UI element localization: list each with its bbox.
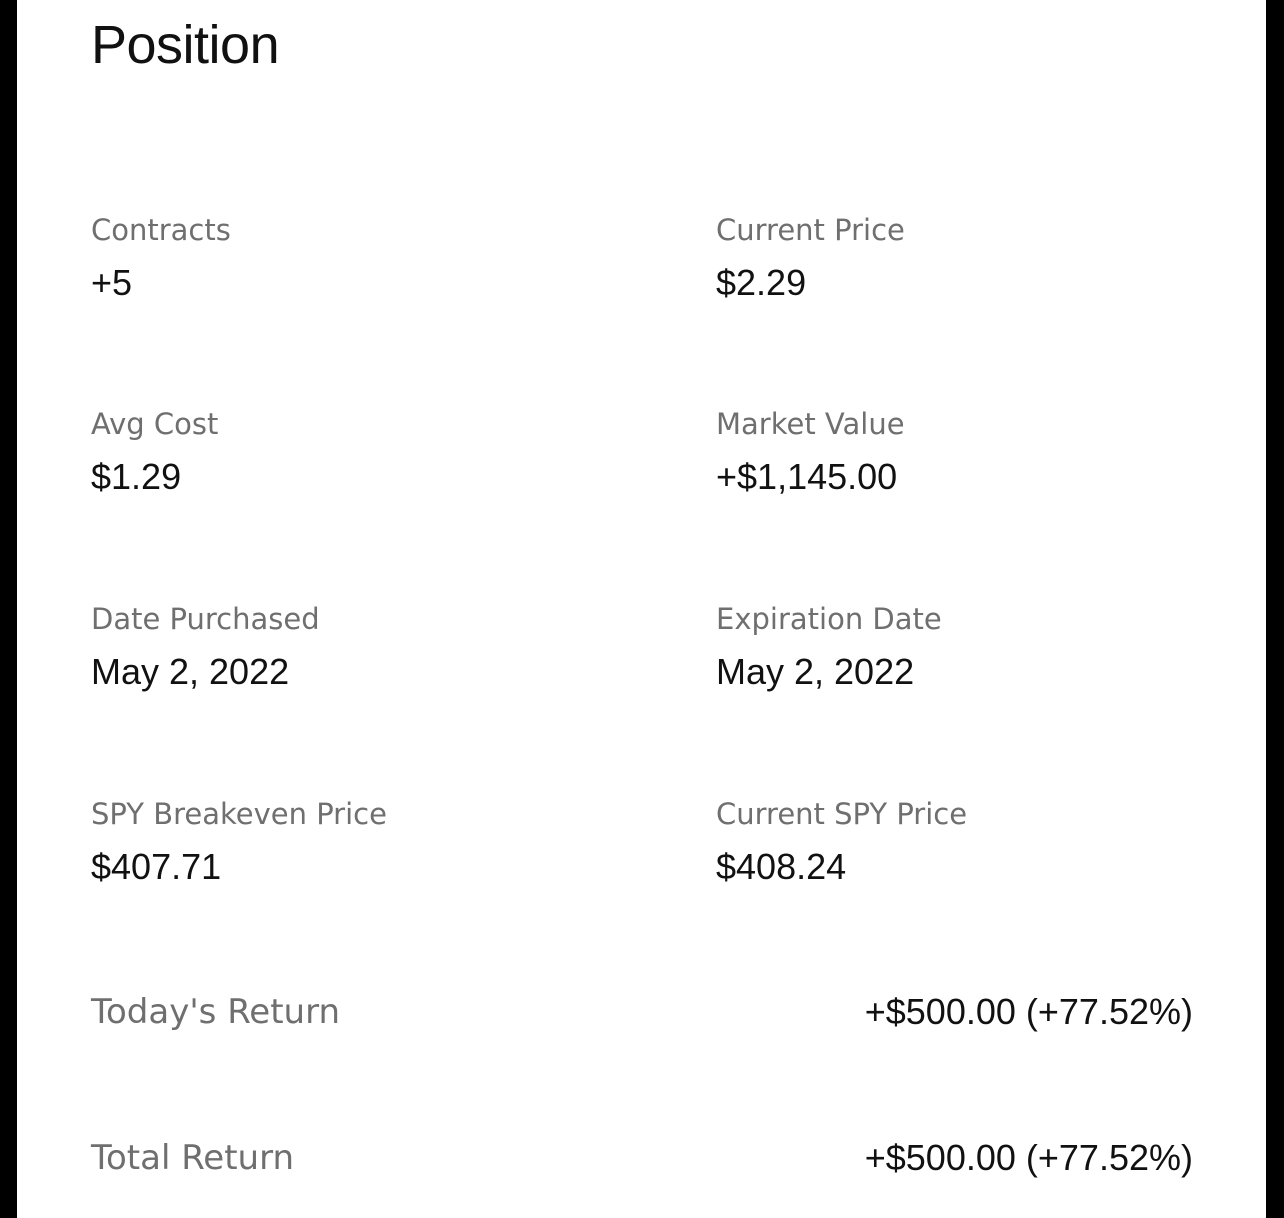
date-purchased-field: Date Purchased May 2, 2022 <box>91 601 611 693</box>
contracts-field: Contracts +5 <box>91 212 611 304</box>
avg-cost-value: $1.29 <box>91 456 182 497</box>
page-title: Position <box>91 15 280 75</box>
current-price-field: Current Price $2.29 <box>716 212 1236 304</box>
current-spy-price-label: Current SPY Price <box>716 797 968 831</box>
market-value-label: Market Value <box>716 407 905 441</box>
position-panel: Position Contracts +5 Current Price $2.2… <box>17 0 1266 1218</box>
current-spy-price-value: $408.24 <box>716 846 847 887</box>
contracts-value: +5 <box>91 262 133 303</box>
market-value-value: +$1,145.00 <box>716 456 898 497</box>
date-purchased-value: May 2, 2022 <box>91 651 290 692</box>
todays-return-row: Today's Return +$500.00 (+77.52%) <box>91 990 1193 1034</box>
breakeven-price-value: $407.71 <box>91 846 222 887</box>
contracts-label: Contracts <box>91 213 231 247</box>
expiration-date-label: Expiration Date <box>716 602 942 636</box>
market-value-field: Market Value +$1,145.00 <box>716 406 1236 498</box>
current-price-value: $2.29 <box>716 262 807 303</box>
avg-cost-field: Avg Cost $1.29 <box>91 406 611 498</box>
date-purchased-label: Date Purchased <box>91 602 320 636</box>
todays-return-label: Today's Return <box>91 992 341 1032</box>
todays-return-value: +$500.00 (+77.52%) <box>864 991 1193 1032</box>
current-spy-price-field: Current SPY Price $408.24 <box>716 796 1236 888</box>
breakeven-price-label: SPY Breakeven Price <box>91 797 387 831</box>
expiration-date-value: May 2, 2022 <box>716 651 915 692</box>
breakeven-price-field: SPY Breakeven Price $407.71 <box>91 796 611 888</box>
total-return-value: +$500.00 (+77.52%) <box>864 1137 1193 1178</box>
total-return-row: Total Return +$500.00 (+77.52%) <box>91 1136 1193 1180</box>
total-return-label: Total Return <box>91 1138 295 1178</box>
avg-cost-label: Avg Cost <box>91 407 219 441</box>
expiration-date-field: Expiration Date May 2, 2022 <box>716 601 1236 693</box>
current-price-label: Current Price <box>716 213 905 247</box>
